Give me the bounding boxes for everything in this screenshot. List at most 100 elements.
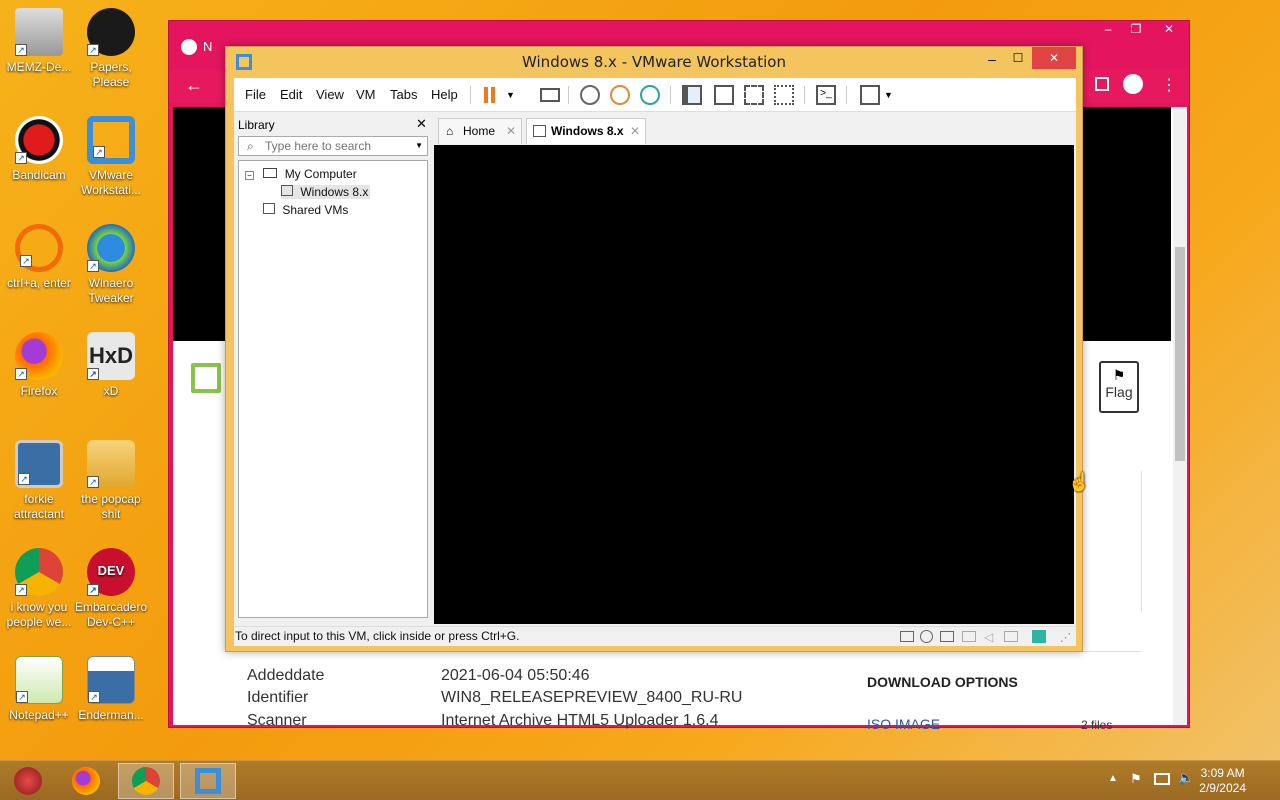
vmware-close-button[interactable]: ✕ xyxy=(1032,47,1076,69)
scrollbar-thumb[interactable] xyxy=(1175,247,1185,461)
hxd-icon: HxD ↗ xyxy=(87,332,135,380)
menu-view[interactable]: View xyxy=(316,87,344,102)
desktop-icon-memz[interactable]: ↗ MEMZ-De... xyxy=(0,8,78,75)
clock-date: 2/9/2024 xyxy=(1199,781,1246,795)
chevron-down-icon[interactable]: ▼ xyxy=(415,141,423,150)
desktop-icon-winaero[interactable]: ↗ Winaero Tweaker xyxy=(72,224,150,306)
tab-home-label: Home xyxy=(463,124,496,138)
sound-status-icon[interactable]: ◁ xyxy=(984,628,993,647)
show-hidden-icons-icon[interactable]: ▲ xyxy=(1108,773,1118,784)
send-ctrl-alt-del-icon[interactable] xyxy=(540,88,560,102)
taskbar-memz[interactable] xyxy=(0,763,56,799)
vmware-minimize-button[interactable]: – xyxy=(980,51,1004,71)
iso-files-count: 2 files xyxy=(1081,718,1113,732)
shared-vms-icon xyxy=(263,203,275,214)
usb-status-icon[interactable] xyxy=(1004,631,1018,642)
chrome-minimize-button[interactable]: – xyxy=(1096,23,1120,37)
tree-item-my-computer[interactable]: − My Computer xyxy=(245,167,357,181)
iso-image-link[interactable]: ISO IMAGE xyxy=(867,716,940,732)
desktop-icon-enderman[interactable]: ↗ Enderman... xyxy=(72,656,150,723)
monitor-gear-icon: ↗ xyxy=(15,440,63,488)
menu-edit[interactable]: Edit xyxy=(280,87,302,102)
status-text: To direct input to this VM, click inside… xyxy=(235,629,520,643)
desktop-icon-ctrl-a[interactable]: ↗ ctrl+a, enter xyxy=(0,224,78,291)
revert-snapshot-icon[interactable] xyxy=(610,85,630,105)
snapshot-icon[interactable] xyxy=(580,85,600,105)
console-view-icon[interactable]: >_ xyxy=(816,85,836,105)
menu-help[interactable]: Help xyxy=(431,87,458,102)
tab-windows-8x[interactable]: Windows 8.x ✕ xyxy=(526,118,646,144)
chevron-down-icon[interactable]: ▼ xyxy=(506,85,526,105)
recycle-bin-icon: ↗ xyxy=(15,8,63,56)
desktop-icon-firefox[interactable]: ↗ Firefox xyxy=(0,332,78,399)
taskbar-firefox[interactable] xyxy=(58,763,114,799)
tree-item-shared-vms[interactable]: Shared VMs xyxy=(263,203,348,217)
hdd-status-icon[interactable] xyxy=(900,631,914,642)
page-scrollbar[interactable] xyxy=(1173,107,1187,725)
toolbar-separator xyxy=(846,86,847,104)
desktop-icon-xd[interactable]: HxD ↗ xD xyxy=(72,332,150,399)
library-search-input[interactable] xyxy=(265,138,405,154)
flag-button[interactable]: ⚑ Flag xyxy=(1099,361,1139,413)
library-search-box[interactable]: ⌕ ▼ xyxy=(238,136,428,156)
tab-home[interactable]: ⌂ Home ✕ xyxy=(438,118,522,144)
taskbar-chrome[interactable] xyxy=(118,763,174,799)
snapshot-manager-icon[interactable] xyxy=(640,85,660,105)
desktop-icon-forkie[interactable]: ↗ forkie attractant xyxy=(0,440,78,522)
vmware-window[interactable]: Windows 8.x - VMware Workstation – ☐ ✕ F… xyxy=(225,46,1083,652)
menu-file[interactable]: File xyxy=(245,87,266,102)
desktop-icon-label: Enderman... xyxy=(78,708,144,722)
resize-grip-icon[interactable]: ⋰ xyxy=(1060,629,1071,648)
vm-display[interactable] xyxy=(434,145,1074,624)
meta-value-scanner: Internet Archive HTML5 Uploader 1.6.4 xyxy=(441,712,719,729)
vmware-maximize-button[interactable]: ☐ xyxy=(1006,51,1030,71)
toolbar-separator xyxy=(568,86,569,104)
reading-mode-icon[interactable] xyxy=(1095,77,1109,91)
desktop-icon-vmware[interactable]: ↗ VMware Workstati... xyxy=(72,116,150,198)
clock-time: 3:09 AM xyxy=(1200,766,1245,780)
download-options-heading: DOWNLOAD OPTIONS xyxy=(867,674,1018,690)
menu-vm[interactable]: VM xyxy=(356,87,376,102)
desktop-icon-devcpp[interactable]: DEV ↗ Embarcadero Dev-C++ xyxy=(72,548,150,630)
desktop-icon-bandicam[interactable]: ↗ Bandicam xyxy=(0,116,78,183)
pause-icon[interactable] xyxy=(480,85,500,105)
full-screen-icon[interactable] xyxy=(744,85,764,105)
volume-muted-icon[interactable]: 🔈 xyxy=(1178,770,1194,786)
library-close-icon[interactable]: ✕ xyxy=(416,116,427,132)
network-status-icon[interactable] xyxy=(940,631,954,642)
taskbar-vmware[interactable] xyxy=(180,763,236,799)
unity-icon[interactable] xyxy=(774,85,794,105)
action-center-flag-icon[interactable]: ⚑ xyxy=(1130,771,1142,787)
chrome-icon xyxy=(132,767,160,795)
desktop-icon-notepadpp[interactable]: ↗ Notepad++ xyxy=(0,656,78,723)
collapse-icon[interactable]: − xyxy=(245,171,254,180)
meta-label-addeddate: Addeddate xyxy=(247,667,325,684)
back-arrow-icon[interactable]: ← xyxy=(185,75,203,96)
desktop-icon-popcap[interactable]: ↗ the popcap shit xyxy=(72,440,150,522)
tab-windows-8x-close-icon[interactable]: ✕ xyxy=(630,119,640,143)
printer-status-icon[interactable] xyxy=(962,631,976,642)
menu-tabs[interactable]: Tabs xyxy=(390,87,417,102)
profile-avatar-icon[interactable] xyxy=(1123,74,1143,94)
save-icon[interactable] xyxy=(191,363,221,393)
chrome-tab-title[interactable]: N xyxy=(203,39,212,54)
stretch-guest-icon[interactable] xyxy=(860,85,880,105)
message-log-icon[interactable] xyxy=(1032,630,1046,643)
desktop-icon-chrome[interactable]: ↗ i know you people we... xyxy=(0,548,78,630)
chrome-maximize-button[interactable]: ❐ xyxy=(1124,23,1148,37)
tree-item-windows-8x[interactable]: Windows 8.x xyxy=(281,185,371,199)
desktop-icon-papers-please[interactable]: ↗ Papers, Please xyxy=(72,8,150,90)
toolbar-separator xyxy=(804,86,805,104)
chrome-close-button[interactable]: ✕ xyxy=(1154,23,1184,37)
tab-home-close-icon[interactable]: ✕ xyxy=(506,119,516,143)
cd-status-icon[interactable] xyxy=(920,630,933,643)
firefox-icon xyxy=(72,767,100,795)
thumbnail-bar-icon[interactable] xyxy=(714,85,734,105)
show-library-icon[interactable] xyxy=(682,85,702,105)
search-app-icon: ↗ xyxy=(15,224,63,272)
network-icon[interactable] xyxy=(1154,773,1170,785)
taskbar-clock[interactable]: 3:09 AM 2/9/2024 xyxy=(1199,766,1246,796)
computer-icon xyxy=(263,168,278,178)
chevron-down-icon[interactable]: ▼ xyxy=(884,85,904,105)
menu-dots-icon[interactable]: ⋮ xyxy=(1161,75,1177,95)
